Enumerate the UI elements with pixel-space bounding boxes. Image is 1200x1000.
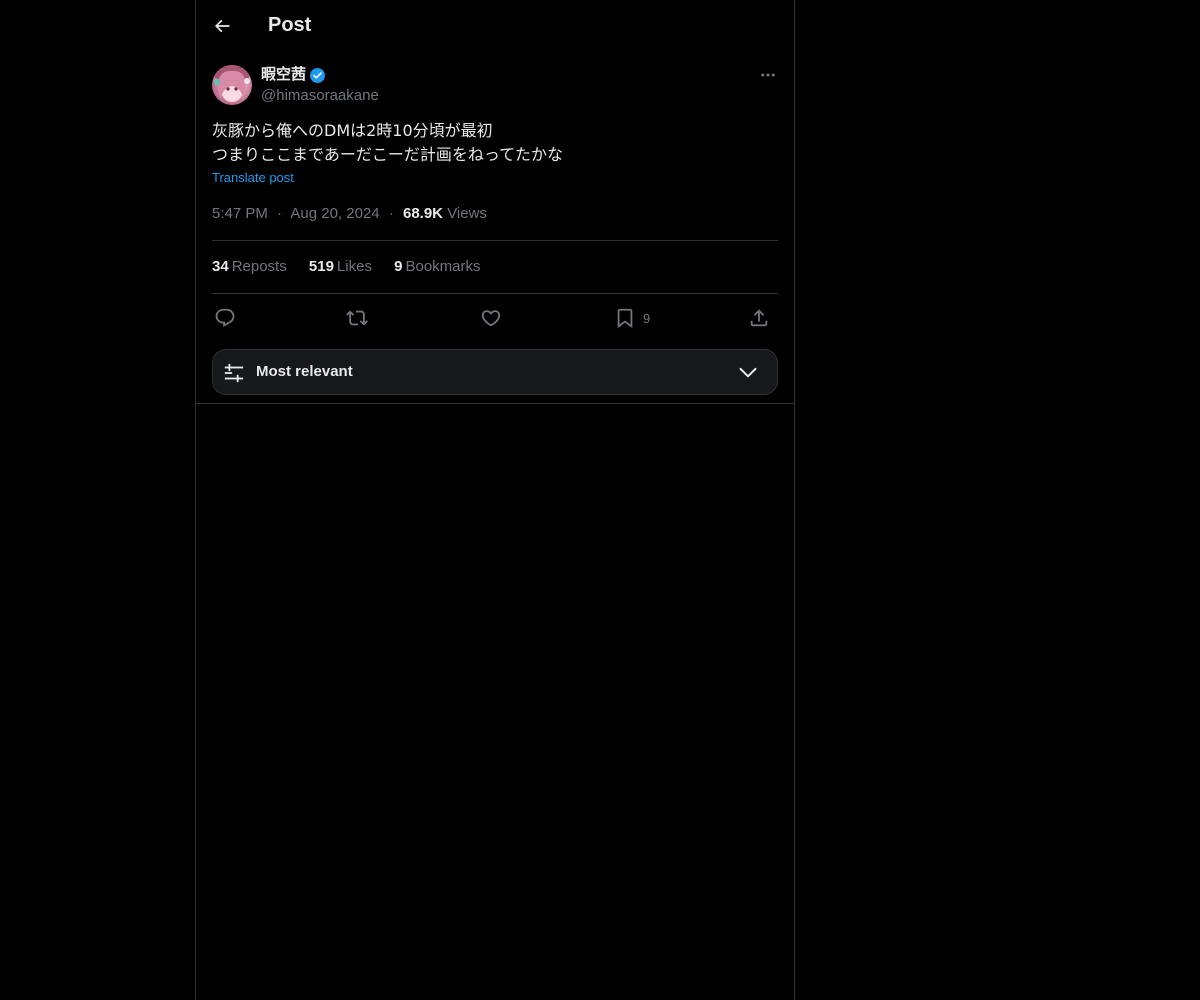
share-button[interactable]: [748, 305, 770, 331]
post-date[interactable]: Aug 20, 2024: [290, 205, 379, 222]
post-meta: 5:47 PM · Aug 20, 2024 · 68.9K Views: [212, 205, 487, 222]
avatar[interactable]: [212, 65, 252, 105]
likes-count: 519: [308, 258, 334, 275]
page-title: Post: [268, 14, 312, 36]
bookmarks-label: Bookmarks: [405, 258, 481, 275]
action-bar: 9: [212, 305, 778, 331]
views-label: Views: [447, 205, 487, 222]
divider: [212, 240, 778, 241]
post-time[interactable]: 5:47 PM: [212, 205, 268, 222]
reposts-count: 34: [212, 258, 229, 275]
bookmark-count: 9: [643, 310, 651, 326]
bookmark-button[interactable]: 9: [614, 305, 650, 331]
post-text-line: つまりここまであーだこーだ計画をねってたかな: [212, 145, 564, 164]
post-text-line: 灰豚から俺へのDMは2時10分頃が最初: [212, 121, 493, 140]
sliders-icon: [224, 363, 244, 383]
post-header: Post: [196, 0, 794, 53]
reposts-label: Reposts: [231, 258, 287, 275]
user-handle[interactable]: @himasoraakane: [261, 86, 379, 106]
likes-label: Likes: [336, 258, 372, 275]
arrow-left-icon: [214, 19, 230, 33]
main-column: Post 暇空茜 @himasoraakane 灰豚から俺へのDMは2時10分頃…: [195, 0, 795, 1000]
share-icon: [750, 309, 768, 327]
divider: [196, 403, 794, 404]
meta-separator: ·: [388, 205, 394, 222]
more-options-button[interactable]: [758, 65, 778, 85]
back-button[interactable]: [207, 11, 237, 41]
post-stats: 34 Reposts 519 Likes 9 Bookmarks: [212, 258, 499, 275]
bookmarks-count: 9: [394, 258, 403, 275]
divider: [212, 293, 778, 294]
bookmarks-stat[interactable]: 9 Bookmarks: [394, 258, 480, 275]
verified-badge-icon: [310, 68, 325, 83]
reply-icon: [215, 308, 235, 327]
more-dots-icon: [761, 73, 775, 77]
bookmark-icon: [617, 308, 633, 329]
display-name[interactable]: 暇空茜: [261, 65, 306, 85]
meta-separator: ·: [277, 205, 283, 222]
heart-icon: [481, 310, 501, 327]
avatar-illustration: [213, 65, 251, 102]
reply-button[interactable]: [214, 305, 236, 331]
translate-post-link[interactable]: Translate post: [212, 170, 294, 185]
sort-replies-dropdown[interactable]: Most relevant: [212, 349, 778, 395]
reposts-stat[interactable]: 34 Reposts: [212, 258, 287, 275]
repost-button[interactable]: [346, 305, 368, 331]
sort-label: Most relevant: [256, 363, 353, 380]
likes-stat[interactable]: 519 Likes: [309, 258, 372, 275]
views-count: 68.9K: [402, 205, 444, 222]
post-author: 暇空茜 @himasoraakane: [212, 65, 778, 105]
repost-icon: [346, 310, 368, 326]
post-text: 灰豚から俺へのDMは2時10分頃が最初 つまりここまであーだこーだ計画をねってた…: [212, 119, 778, 167]
like-button[interactable]: [480, 305, 502, 331]
chevron-down-icon: [739, 367, 757, 378]
